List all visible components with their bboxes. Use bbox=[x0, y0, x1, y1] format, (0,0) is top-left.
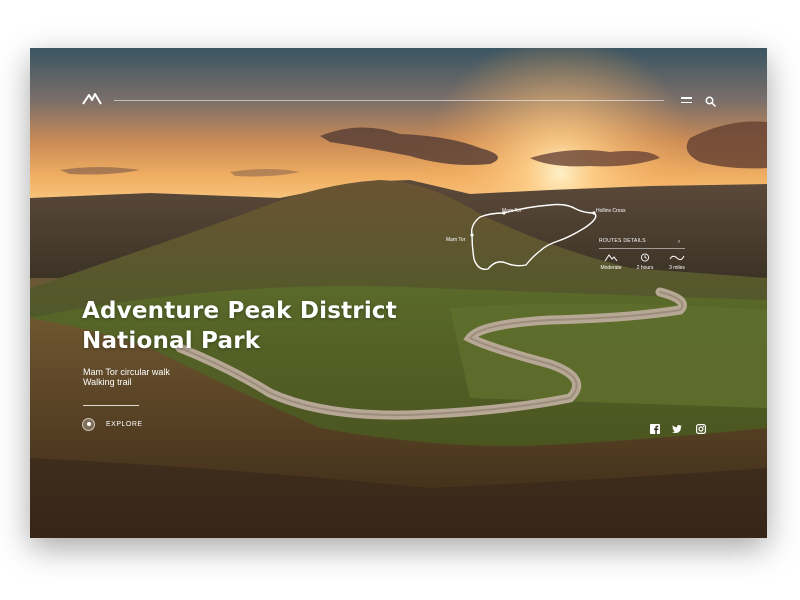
hamburger-menu-icon[interactable] bbox=[681, 97, 692, 104]
hero-divider bbox=[83, 405, 139, 406]
stat-duration: 2 hours bbox=[630, 253, 660, 271]
page-title: Adventure Peak District National Park bbox=[82, 296, 442, 356]
route-label-hollins: Hollins Cross bbox=[596, 208, 626, 214]
stat-difficulty: Moderate bbox=[596, 253, 626, 271]
route-map[interactable] bbox=[466, 203, 606, 273]
stat-duration-label: 2 hours bbox=[636, 265, 654, 271]
route-label-peak: Mam Tor bbox=[502, 208, 522, 214]
route-details-title: ROUTES DETAILS bbox=[599, 238, 646, 244]
stat-difficulty-label: Moderate bbox=[600, 265, 622, 271]
header-divider bbox=[114, 100, 664, 101]
title-line-1: Adventure Peak District bbox=[82, 298, 397, 324]
elevation-icon bbox=[604, 254, 618, 262]
twitter-icon[interactable] bbox=[672, 424, 682, 434]
subtitle-line-1: Mam Tor circular walk bbox=[83, 367, 170, 377]
stat-distance: 3 miles bbox=[662, 253, 692, 271]
play-dot-icon bbox=[82, 417, 95, 431]
distance-icon bbox=[669, 255, 685, 261]
mountain-logo-icon[interactable] bbox=[82, 92, 102, 106]
search-icon[interactable] bbox=[705, 96, 716, 107]
explore-button[interactable]: EXPLORE bbox=[82, 417, 143, 431]
chevron-right-icon[interactable]: › bbox=[678, 239, 680, 245]
title-line-2: National Park bbox=[82, 328, 261, 354]
stat-distance-label: 3 miles bbox=[669, 265, 685, 271]
route-label-start: Mam Tor bbox=[446, 237, 466, 243]
clock-icon bbox=[640, 253, 650, 262]
facebook-icon[interactable] bbox=[650, 424, 660, 434]
route-details-divider bbox=[599, 248, 685, 249]
subtitle-line-2: Walking trail bbox=[83, 377, 132, 387]
instagram-icon[interactable] bbox=[696, 424, 706, 434]
landscape-background bbox=[30, 48, 767, 538]
page-subtitle: Mam Tor circular walk Walking trail bbox=[83, 367, 170, 387]
hero-card: Mam Tor Mam Tor Hollins Cross ROUTES DET… bbox=[30, 48, 767, 538]
explore-label: EXPLORE bbox=[106, 420, 143, 428]
